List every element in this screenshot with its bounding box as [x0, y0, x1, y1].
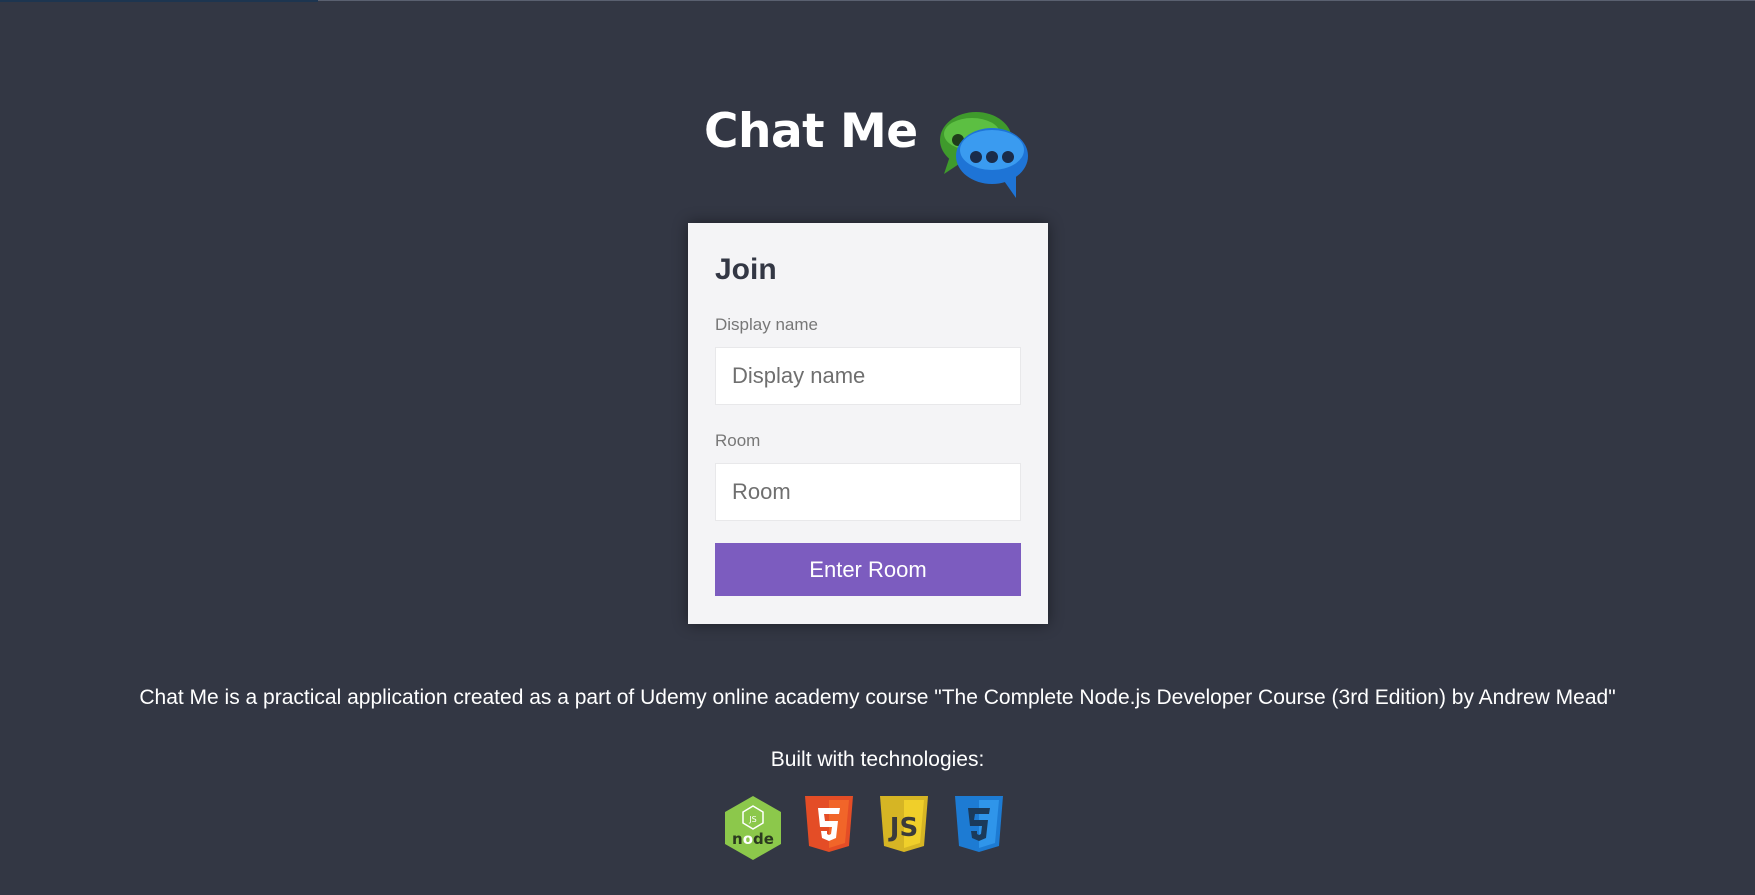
join-form-title: Join [715, 253, 777, 286]
about-text: Chat Me is a practical application creat… [139, 686, 1616, 709]
display-name-input[interactable] [715, 347, 1021, 405]
chat-bubbles-icon [940, 112, 1028, 198]
svg-text:JS: JS [748, 815, 756, 824]
top-loading-strip [0, 0, 318, 2]
technology-icons: JS node JS [720, 794, 1020, 864]
app-header: Chat Me [0, 100, 1755, 200]
nodejs-icon: JS node [725, 796, 781, 860]
svg-text:JS: JS [888, 813, 918, 843]
css3-icon [955, 796, 1003, 852]
html5-icon [805, 796, 853, 852]
svg-text:node: node [732, 830, 774, 848]
app-title: Chat Me [704, 104, 918, 159]
join-form: Join Display name Room Enter Room [688, 223, 1048, 624]
enter-room-button[interactable]: Enter Room [715, 543, 1021, 596]
display-name-label: Display name [715, 315, 818, 334]
room-label: Room [715, 431, 761, 450]
javascript-icon: JS [880, 796, 928, 852]
room-input[interactable] [715, 463, 1021, 521]
built-with-label: Built with technologies: [770, 748, 985, 771]
